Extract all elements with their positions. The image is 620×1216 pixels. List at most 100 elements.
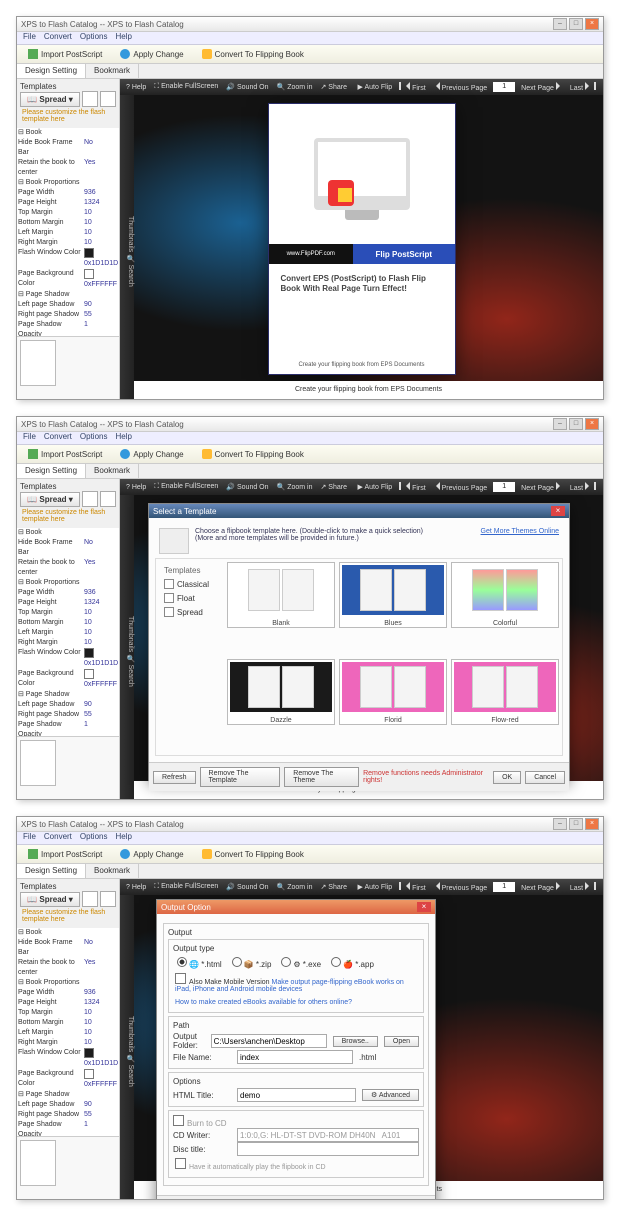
tree-row[interactable]: Left Margin10 xyxy=(17,228,119,238)
max-button[interactable]: □ xyxy=(569,18,583,30)
tree-row[interactable]: Hide Book Frame BarNo xyxy=(17,538,119,558)
template-colorful[interactable]: Colorful xyxy=(451,562,559,628)
tree-row[interactable]: Left page Shadow90 xyxy=(17,700,119,710)
dialog-close-button[interactable]: × xyxy=(551,506,565,516)
template-dazzle[interactable]: Dazzle xyxy=(227,659,335,725)
tree-row[interactable]: ⊟ Book xyxy=(17,928,119,938)
tree-row[interactable]: Page Width936 xyxy=(17,588,119,598)
tree-row[interactable]: Top Margin10 xyxy=(17,608,119,618)
tree-row[interactable]: Page Background Color0xFFFFFF xyxy=(17,1069,119,1090)
tree-row[interactable]: ⊟ Page Shadow xyxy=(17,690,119,700)
radio-html[interactable]: 🌐 *.html xyxy=(177,957,222,969)
zoom-button[interactable]: 🔍 Zoom in xyxy=(277,83,313,91)
browse-button[interactable]: Browse.. xyxy=(333,1036,378,1047)
tree-row[interactable]: Right Margin10 xyxy=(17,238,119,248)
tree-row[interactable]: Page Width936 xyxy=(17,188,119,198)
howto-link[interactable]: How to make created eBooks available for… xyxy=(175,999,352,1006)
tree-row[interactable]: Page Background Color0xFFFFFF xyxy=(17,669,119,690)
last-page-button[interactable]: Last xyxy=(570,82,597,92)
tree-row[interactable]: Retain the book to centerYes xyxy=(17,558,119,578)
tree-row[interactable]: Right page Shadow55 xyxy=(17,710,119,720)
menu-convert[interactable]: Convert xyxy=(44,32,72,44)
template-blues[interactable]: Blues xyxy=(339,562,447,628)
cat-spread[interactable]: Spread xyxy=(161,605,221,619)
tree-row[interactable]: ⊟ Page Shadow xyxy=(17,1090,119,1100)
tree-row[interactable]: ⊟ Book Proportions xyxy=(17,178,119,188)
flipbook-page[interactable]: www.FlipPDF.comFlip PostScript Convert E… xyxy=(268,103,456,375)
tree-row[interactable]: Right Margin10 xyxy=(17,1038,119,1048)
share-button[interactable]: ↗ Share xyxy=(320,83,347,91)
min-button[interactable]: – xyxy=(553,18,567,30)
tree-row[interactable]: Top Margin10 xyxy=(17,208,119,218)
fullscreen-button[interactable]: ⛶ Enable FullScreen xyxy=(154,83,218,91)
tree-row[interactable]: Page Background Color0xFFFFFF xyxy=(17,269,119,290)
tree-row[interactable]: Right page Shadow55 xyxy=(17,1110,119,1120)
property-tree[interactable]: ⊟ Book Hide Book Frame BarNo Retain the … xyxy=(17,128,119,336)
menu-file[interactable]: File xyxy=(23,32,36,44)
tree-row[interactable]: Left page Shadow90 xyxy=(17,1100,119,1110)
tree-row[interactable]: ⊟ Book xyxy=(17,128,119,138)
folder-input[interactable] xyxy=(211,1034,327,1048)
tree-row[interactable]: Retain the book to centerYes xyxy=(17,958,119,978)
import-button[interactable]: Import PostScript xyxy=(23,47,107,61)
tree-row[interactable]: Bottom Margin10 xyxy=(17,1018,119,1028)
tree-row[interactable]: Hide Book Frame BarNo xyxy=(17,938,119,958)
html-title-input[interactable] xyxy=(237,1088,356,1102)
tree-row[interactable]: ⊟ Page Shadow xyxy=(17,290,119,300)
tree-row[interactable]: Bottom Margin10 xyxy=(17,618,119,628)
template-florid[interactable]: Florid xyxy=(339,659,447,725)
radio-zip[interactable]: 📦 *.zip xyxy=(232,957,272,969)
tree-row[interactable]: Right page Shadow55 xyxy=(17,310,119,320)
tree-row[interactable]: Left Margin10 xyxy=(17,1028,119,1038)
cat-classical[interactable]: Classical xyxy=(161,577,221,591)
tree-row[interactable]: Page Shadow Opacity1 xyxy=(17,720,119,736)
open-button[interactable]: Open xyxy=(384,1036,419,1047)
menu-options[interactable]: Options xyxy=(80,32,108,44)
ok-button[interactable]: OK xyxy=(493,771,521,784)
close-button[interactable]: × xyxy=(585,18,599,30)
template-flow-red[interactable]: Flow-red xyxy=(451,659,559,725)
tree-row[interactable]: Hide Book Frame BarNo xyxy=(17,138,119,158)
template-blank[interactable]: Blank xyxy=(227,562,335,628)
tree-row[interactable]: ⊟ Book Proportions xyxy=(17,978,119,988)
viewer-sidebar[interactable]: Thumbnails 🔍 Search xyxy=(120,95,134,399)
template-slot-2[interactable] xyxy=(100,91,116,107)
radio-app[interactable]: 🍎 *.app xyxy=(331,957,374,969)
prev-page-button[interactable]: Previous Page xyxy=(432,82,487,92)
sound-button[interactable]: 🔊 Sound On xyxy=(226,83,268,91)
tree-row[interactable]: Left page Shadow90 xyxy=(17,300,119,310)
tree-row[interactable]: Page Height1324 xyxy=(17,598,119,608)
first-page-button[interactable]: First xyxy=(398,82,426,92)
tree-row[interactable]: Flash Window Color0x1D1D1D xyxy=(17,248,119,269)
advanced-button[interactable]: ⚙ Advanced xyxy=(362,1089,419,1101)
tree-row[interactable]: ⊟ Book xyxy=(17,528,119,538)
next-page-button[interactable]: Next Page xyxy=(521,82,564,92)
apply-button[interactable]: Apply Change xyxy=(115,47,188,61)
burn-cd-checkbox[interactable] xyxy=(173,1115,184,1126)
filename-input[interactable] xyxy=(237,1050,353,1064)
mobile-checkbox[interactable] xyxy=(175,973,186,984)
remove-theme-button[interactable]: Remove The Theme xyxy=(284,767,359,787)
tree-row[interactable]: Page Shadow Opacity1 xyxy=(17,320,119,336)
tree-row[interactable]: Top Margin10 xyxy=(17,1008,119,1018)
cancel-button[interactable]: Cancel xyxy=(525,771,565,784)
tree-row[interactable]: Flash Window Color0x1D1D1D xyxy=(17,1048,119,1069)
remove-template-button[interactable]: Remove The Template xyxy=(200,767,281,787)
output-close-button[interactable]: × xyxy=(417,902,431,912)
tree-row[interactable]: Page Width936 xyxy=(17,988,119,998)
tree-row[interactable]: Page Height1324 xyxy=(17,198,119,208)
tree-row[interactable]: Right Margin10 xyxy=(17,638,119,648)
page-thumbnail[interactable] xyxy=(20,340,56,386)
menu-help[interactable]: Help xyxy=(115,32,131,44)
tree-row[interactable]: Flash Window Color0x1D1D1D xyxy=(17,648,119,669)
tree-row[interactable]: Page Height1324 xyxy=(17,998,119,1008)
tab-bookmark[interactable]: Bookmark xyxy=(86,64,139,78)
more-themes-link[interactable]: Get More Themes Online xyxy=(481,528,559,554)
autoflip-button[interactable]: ▶ Auto Flip xyxy=(358,83,393,91)
radio-exe[interactable]: ⚙ *.exe xyxy=(281,957,321,969)
help-button[interactable]: ? Help xyxy=(126,84,146,91)
tree-row[interactable]: Page Shadow Opacity1 xyxy=(17,1120,119,1136)
cat-float[interactable]: Float xyxy=(161,591,221,605)
tree-row[interactable]: Bottom Margin10 xyxy=(17,218,119,228)
template-slot-1[interactable] xyxy=(82,91,98,107)
